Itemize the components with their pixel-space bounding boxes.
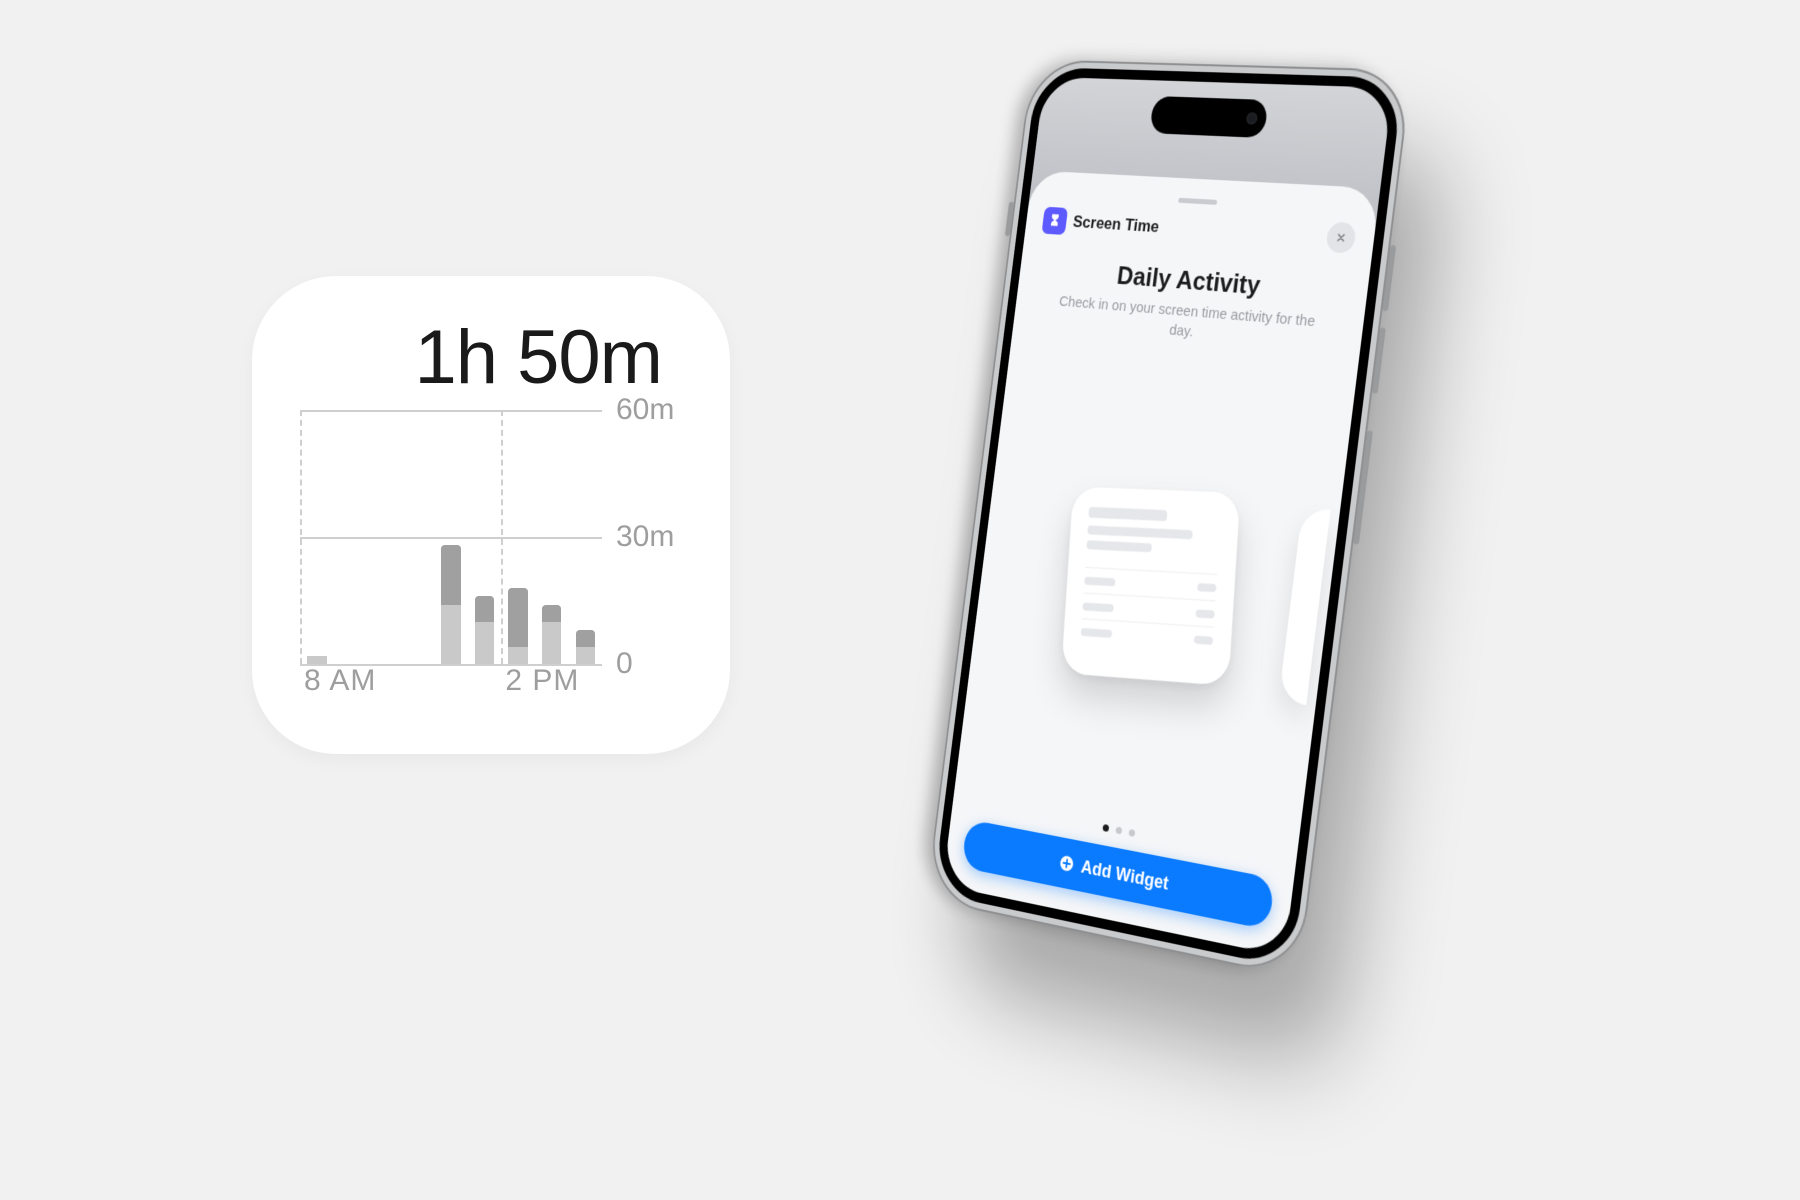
plus-circle-icon xyxy=(1058,853,1076,874)
bar-slot xyxy=(535,410,569,664)
bar-slot xyxy=(401,410,435,664)
bar xyxy=(441,545,460,664)
hourglass-icon xyxy=(1047,213,1062,229)
skeleton-cell xyxy=(1196,609,1215,618)
skeleton-cell xyxy=(1081,627,1113,637)
bar-slot xyxy=(569,410,603,664)
volume-down-button xyxy=(1372,327,1386,394)
phone-screen: Screen Time Daily Activity Check in on y… xyxy=(933,67,1404,969)
bar-segment-upper xyxy=(508,588,527,647)
page-dot[interactable] xyxy=(1102,824,1109,832)
bar-slot xyxy=(367,410,401,664)
bar xyxy=(576,630,595,664)
widget-total-time: 1h 50m xyxy=(300,320,682,396)
sheet-header: Screen Time xyxy=(1041,207,1356,254)
bar-slot xyxy=(434,410,468,664)
skeleton-cell xyxy=(1194,635,1213,644)
bar-segment-upper xyxy=(441,545,460,604)
sheet-app-name: Screen Time xyxy=(1072,212,1160,237)
bar-slot xyxy=(300,410,334,664)
chart-bars xyxy=(300,410,602,664)
widget-chart: 8 AM2 PM 60m30m0 xyxy=(300,410,682,714)
y-axis-tick: 60m xyxy=(616,393,674,427)
bar-segment-upper xyxy=(576,630,595,647)
add-widget-label: Add Widget xyxy=(1080,856,1170,894)
skeleton-line xyxy=(1086,540,1152,552)
widget-preview-area[interactable] xyxy=(970,329,1340,857)
bar-segment-lower xyxy=(307,656,326,664)
chart-plot xyxy=(300,410,602,664)
phone-frame: Screen Time Daily Activity Check in on y… xyxy=(926,59,1413,978)
skeleton-line xyxy=(1087,525,1193,539)
bar xyxy=(475,596,494,664)
iphone-mockup: Screen Time Daily Activity Check in on y… xyxy=(926,59,1413,978)
page-dot[interactable] xyxy=(1128,829,1135,837)
bar-segment-lower xyxy=(576,647,595,664)
bar-segment-upper xyxy=(542,605,561,622)
page-dot[interactable] xyxy=(1115,826,1122,834)
screen-time-widget[interactable]: 1h 50m 8 AM 2 PM 60m 30m 0 xyxy=(252,276,730,754)
bar-slot xyxy=(334,410,368,664)
x-axis-tick: 2 PM xyxy=(505,664,579,698)
skeleton-cell xyxy=(1082,602,1114,612)
bar-segment-lower xyxy=(475,622,494,664)
add-widget-button[interactable]: Add Widget xyxy=(961,819,1275,930)
bar-segment-lower xyxy=(508,647,527,664)
sheet-grabber[interactable] xyxy=(1178,198,1217,205)
next-preview-peek[interactable] xyxy=(1278,506,1330,705)
skeleton-cell xyxy=(1084,576,1116,586)
bar xyxy=(307,656,326,664)
silence-switch xyxy=(1005,202,1014,237)
bar xyxy=(542,605,561,664)
skeleton-cell xyxy=(1197,582,1216,591)
chart-area: 8 AM 2 PM xyxy=(300,410,602,714)
y-axis-tick: 0 xyxy=(616,647,633,681)
power-button xyxy=(1353,430,1373,544)
screen-time-app-icon xyxy=(1041,207,1068,235)
bar xyxy=(508,588,527,664)
y-axis-tick: 30m xyxy=(616,520,674,554)
chart-x-axis: 8 AM 2 PM xyxy=(300,664,602,714)
chart-y-axis: 60m30m0 xyxy=(602,410,682,714)
widget-preview-card[interactable] xyxy=(1061,486,1240,685)
bar-segment-lower xyxy=(542,622,561,664)
bar-segment-upper xyxy=(475,596,494,621)
skeleton-row xyxy=(1080,618,1214,653)
skeleton-line xyxy=(1088,507,1167,521)
close-icon xyxy=(1335,231,1348,244)
x-axis-tick: 8 AM xyxy=(304,664,376,698)
volume-up-button xyxy=(1382,245,1396,311)
close-button[interactable] xyxy=(1325,222,1357,254)
bar-segment-lower xyxy=(441,605,460,664)
bar-slot xyxy=(501,410,535,664)
widget-gallery-sheet: Screen Time Daily Activity Check in on y… xyxy=(942,170,1380,956)
bar-slot xyxy=(468,410,502,664)
dynamic-island xyxy=(1149,96,1268,138)
